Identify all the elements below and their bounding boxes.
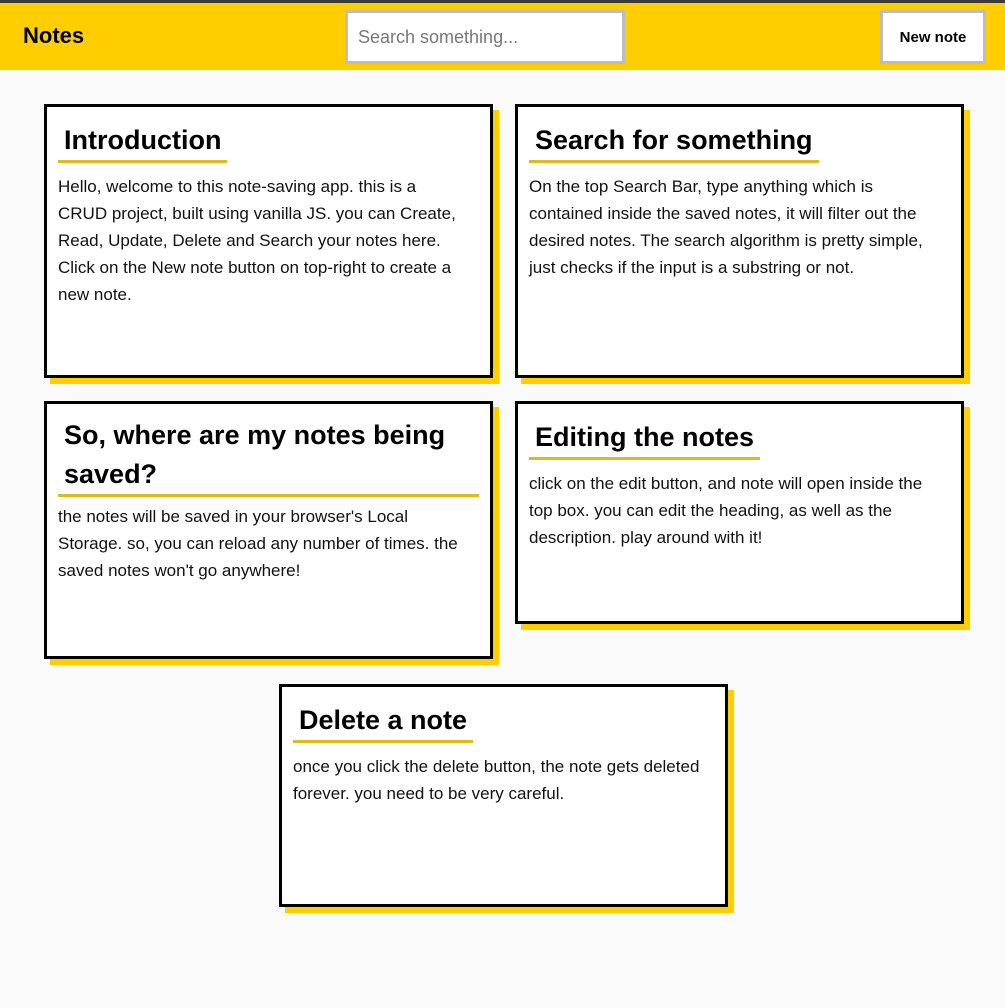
- note-title: Editing the notes: [529, 418, 760, 460]
- new-note-button[interactable]: New note: [880, 10, 986, 64]
- app-title: Notes: [23, 23, 85, 48]
- search-input[interactable]: [345, 10, 625, 64]
- note-title: Introduction: [58, 121, 228, 163]
- note-title: So, where are my notes being saved?: [58, 416, 479, 497]
- note-body: once you click the delete button, the no…: [293, 757, 700, 803]
- note-card[interactable]: So, where are my notes being saved? the …: [44, 401, 493, 659]
- note-card[interactable]: Search for something On the top Search B…: [515, 104, 964, 378]
- note-title: Search for something: [529, 121, 819, 163]
- note-body: On the top Search Bar, type anything whi…: [529, 177, 923, 277]
- note-card[interactable]: Delete a note once you click the delete …: [279, 684, 728, 907]
- note-body: the notes will be saved in your browser'…: [58, 507, 458, 580]
- note-body: Hello, welcome to this note-saving app. …: [58, 177, 456, 304]
- top-bar: Notes New note: [0, 3, 1005, 70]
- note-title: Delete a note: [293, 701, 474, 743]
- note-body: click on the edit button, and note will …: [529, 474, 923, 547]
- note-card[interactable]: Introduction Hello, welcome to this note…: [44, 104, 493, 378]
- note-card[interactable]: Editing the notes click on the edit butt…: [515, 401, 964, 624]
